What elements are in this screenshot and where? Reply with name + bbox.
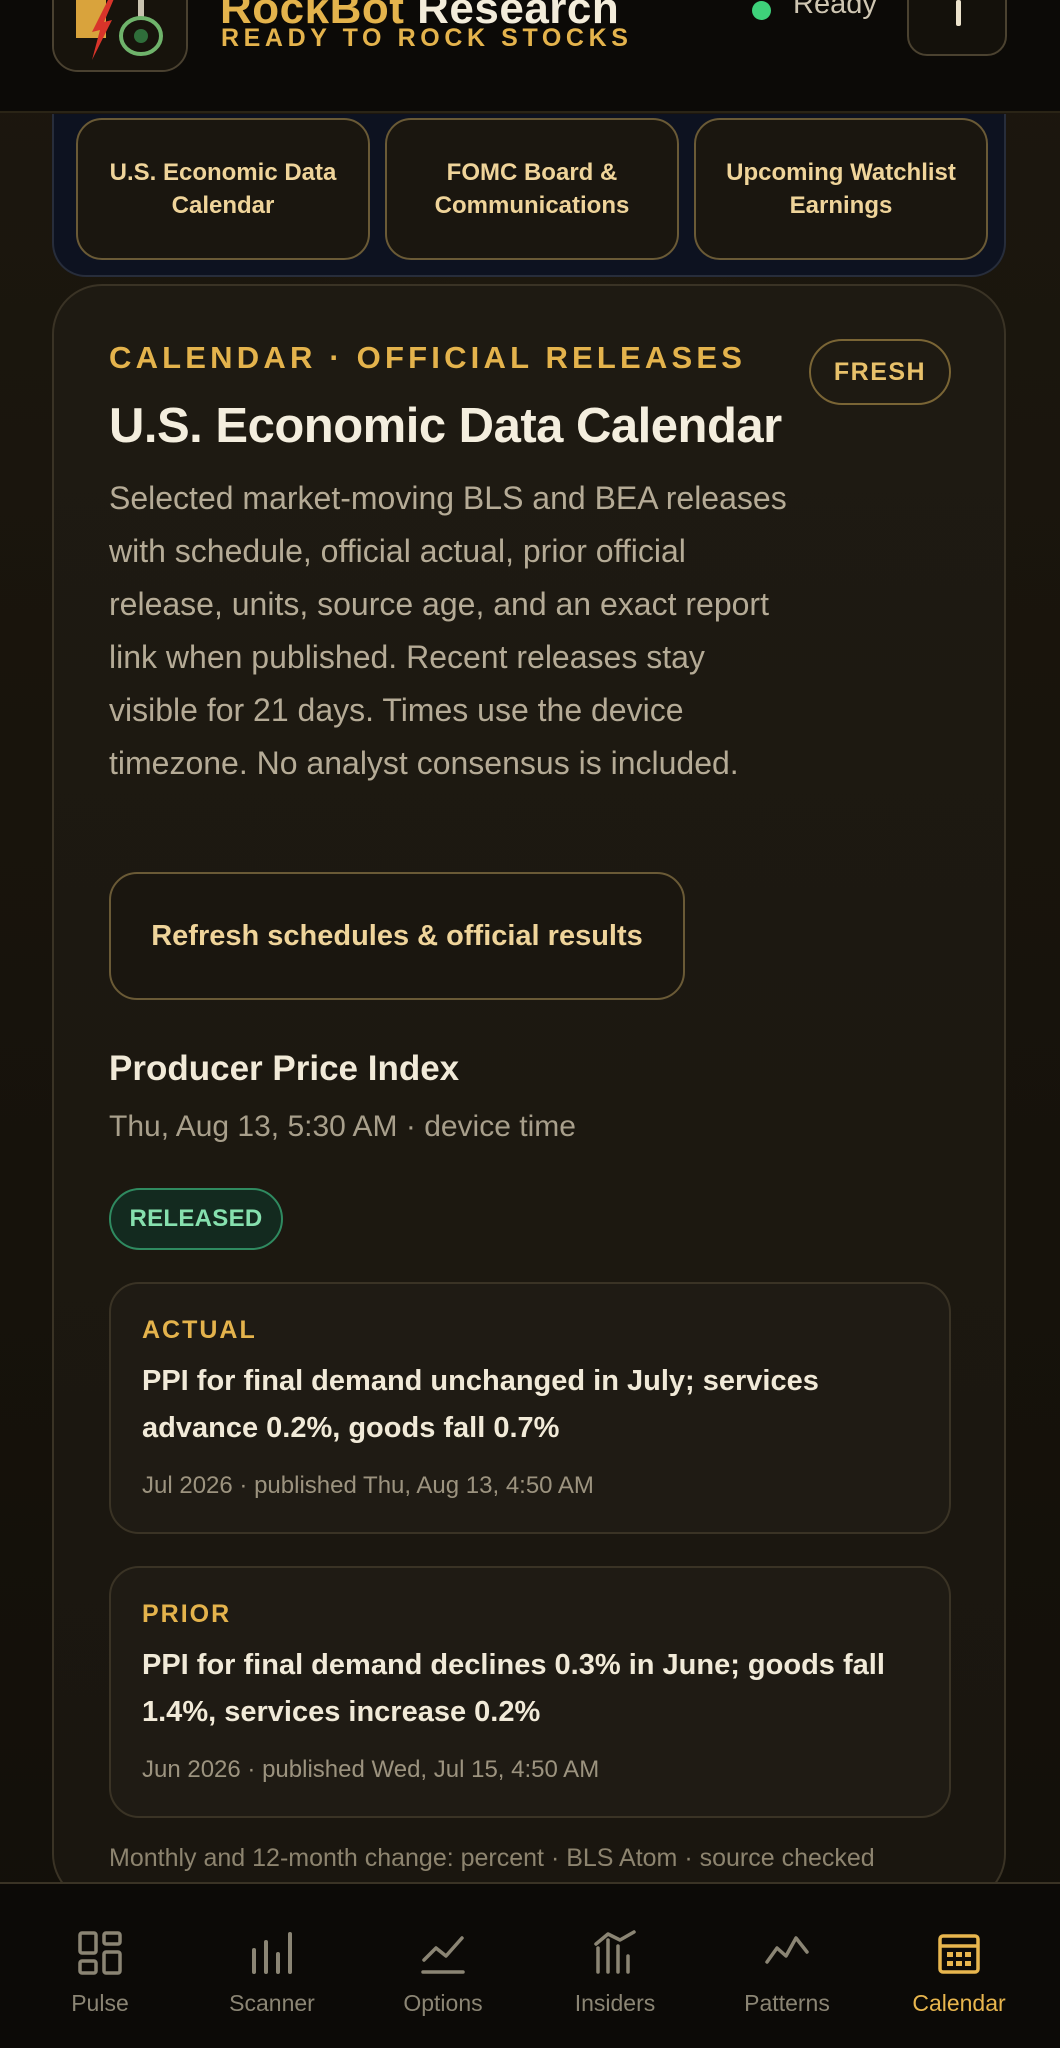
prior-value-box: PRIOR PPI for final demand declines 0.3%… [109, 1566, 951, 1818]
prior-headline: PPI for final demand declines 0.3% in Ju… [142, 1649, 885, 1728]
nav-label-insiders: Insiders [574, 1990, 656, 2016]
release-footnote: Monthly and 12-month change: percent · B… [109, 1844, 875, 1872]
card-description: Selected market-moving BLS and BEA relea… [109, 480, 787, 781]
shortcut-fomc-button[interactable]: FOMC Board & Communications [385, 118, 679, 260]
brand-tagline: READY TO ROCK STOCKS [221, 24, 633, 52]
app-logo[interactable] [52, 0, 188, 72]
status-text: Ready [793, 0, 877, 20]
actual-label: ACTUAL [142, 1316, 257, 1344]
quick-links-panel: U.S. Economic Data Calendar FOMC Board &… [52, 114, 1006, 277]
status-indicator-dot [752, 1, 771, 20]
insiders-chart-icon [594, 1930, 636, 1974]
refresh-button[interactable]: Refresh schedules & official results [109, 872, 685, 1000]
nav-item-calendar[interactable]: Calendar [884, 1884, 1034, 2048]
nav-item-patterns[interactable]: Patterns [712, 1884, 862, 2048]
shortcut-economic-calendar-button[interactable]: U.S. Economic Data Calendar [76, 118, 370, 260]
release-name: Producer Price Index [109, 1049, 460, 1088]
nav-label-scanner: Scanner [229, 1990, 315, 2016]
actual-headline: PPI for final demand unchanged in July; … [142, 1365, 819, 1444]
patterns-zigzag-icon [765, 1936, 809, 1964]
nav-label-patterns: Patterns [744, 1990, 830, 2016]
app-header: RockBot Research READY TO ROCK STOCKS Re… [0, 0, 1060, 113]
nav-label-pulse: Pulse [71, 1990, 129, 2016]
nav-item-options[interactable]: Options [368, 1884, 518, 2048]
bottom-nav: Pulse Scanner Options Insiders Patterns … [0, 1882, 1060, 2048]
actual-value-box: ACTUAL PPI for final demand unchanged in… [109, 1282, 951, 1534]
nav-item-insiders[interactable]: Insiders [540, 1884, 690, 2048]
card-title: U.S. Economic Data Calendar [109, 399, 782, 453]
freshness-badge: FRESH [809, 339, 951, 405]
release-status-badge: RELEASED [109, 1188, 283, 1250]
menu-button[interactable] [907, 0, 1007, 56]
nav-label-calendar: Calendar [912, 1990, 1006, 2016]
pulse-grid-icon [78, 1931, 122, 1975]
calendar-icon [938, 1934, 980, 1974]
release-time: Thu, Aug 13, 5:30 AM · device time [109, 1110, 576, 1143]
nav-item-pulse[interactable]: Pulse [25, 1884, 175, 2048]
actual-meta: Jul 2026 · published Thu, Aug 13, 4:50 A… [142, 1472, 594, 1499]
menu-icon [956, 0, 961, 26]
prior-meta: Jun 2026 · published Wed, Jul 15, 4:50 A… [142, 1756, 600, 1783]
card-eyebrow: CALENDAR · OFFICIAL RELEASES [109, 340, 747, 375]
prior-label: PRIOR [142, 1600, 232, 1628]
options-line-icon [421, 1936, 465, 1974]
nav-label-options: Options [403, 1990, 483, 2016]
shortcut-watchlist-earnings-button[interactable]: Upcoming Watchlist Earnings [694, 118, 988, 260]
nav-item-scanner[interactable]: Scanner [197, 1884, 347, 2048]
scanner-bars-icon [252, 1932, 292, 1974]
guitar-logo-icon [54, 0, 186, 70]
